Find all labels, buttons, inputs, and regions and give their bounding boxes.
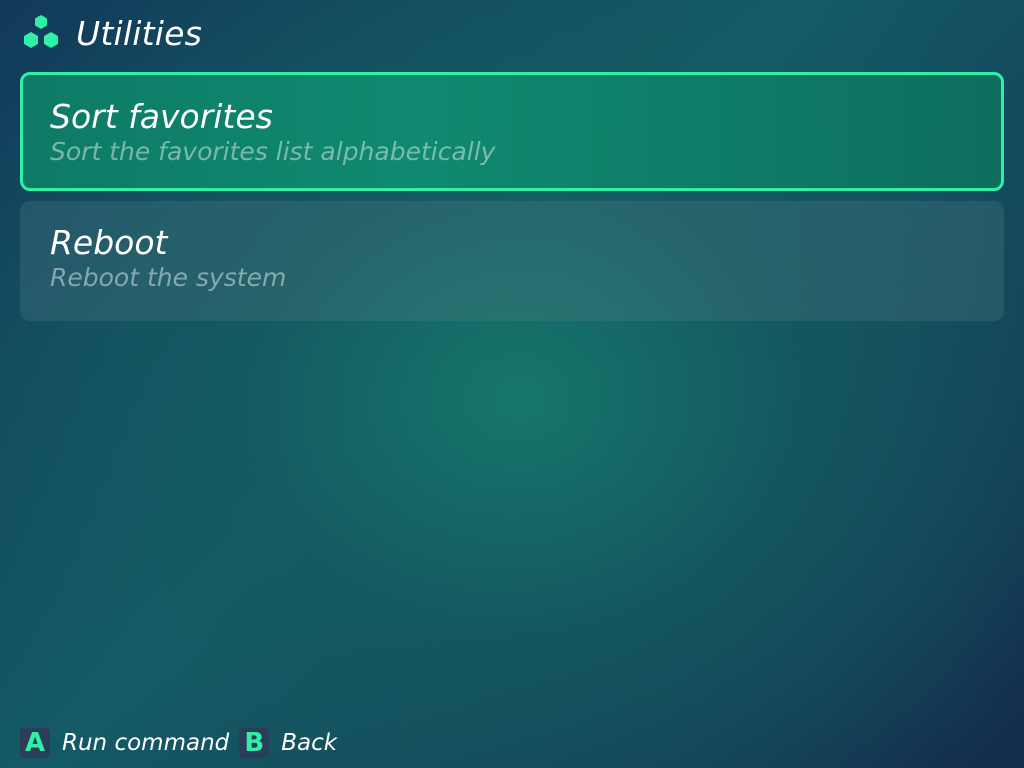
hint-run-command[interactable]: A Run command: [20, 728, 229, 758]
button-hints-bar: A Run command B Back: [20, 728, 347, 758]
menu-item-sort-favorites[interactable]: Sort favorites Sort the favorites list a…: [20, 72, 1004, 191]
hint-label: Run command: [62, 730, 230, 756]
menu-item-title: Sort favorites: [50, 97, 273, 136]
a-button-icon: A: [20, 728, 50, 758]
menu-item-description: Sort the favorites list alphabetically: [50, 137, 496, 166]
b-button-icon: B: [239, 728, 270, 758]
hexagons-icon: [24, 15, 58, 48]
page-header: Utilities: [20, 14, 202, 54]
hint-label: Back: [281, 730, 338, 756]
menu-item-title: Reboot: [50, 223, 168, 262]
utilities-menu: Sort favorites Sort the favorites list a…: [20, 72, 1004, 331]
page-title: Utilities: [76, 14, 203, 53]
menu-item-reboot[interactable]: Reboot Reboot the system: [20, 201, 1004, 321]
hint-back[interactable]: B Back: [239, 728, 337, 758]
menu-item-description: Reboot the system: [50, 263, 287, 292]
